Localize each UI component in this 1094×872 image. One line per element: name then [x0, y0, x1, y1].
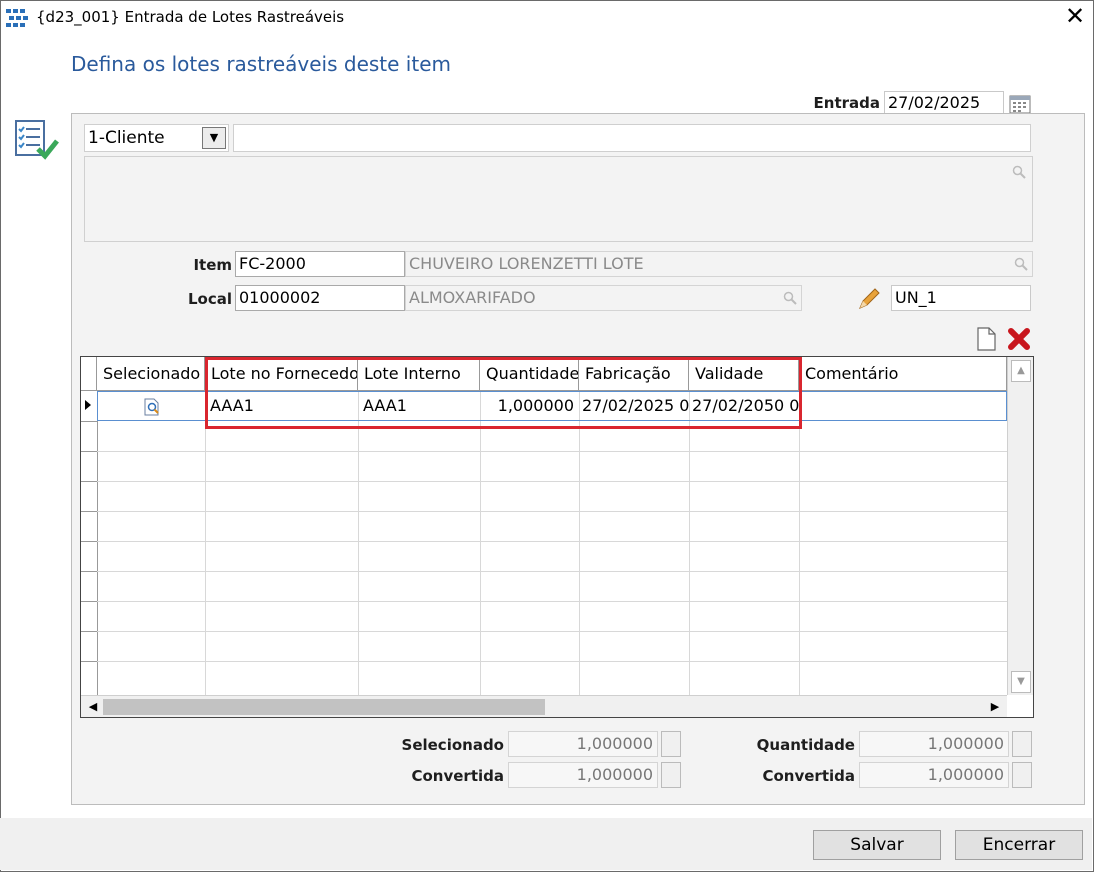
local-description-text: ALMOXARIFADO: [409, 288, 536, 307]
convertida-right-stepper: [1012, 762, 1032, 788]
entrada-date-field[interactable]: 27/02/2025: [884, 91, 1004, 115]
scroll-up-icon[interactable]: ▲: [1011, 360, 1031, 382]
cell-comentario[interactable]: [799, 391, 1007, 421]
scroll-thumb[interactable]: [103, 699, 545, 715]
row-indicator-header: [81, 357, 97, 391]
scroll-down-icon[interactable]: ▼: [1011, 671, 1031, 693]
quantidade-label: Quantidade: [756, 736, 855, 754]
tipo-text-field[interactable]: [233, 124, 1031, 152]
column-header-selecionado[interactable]: Selecionado: [97, 357, 205, 391]
search-icon[interactable]: [783, 291, 797, 305]
window-title: {d23_001} Entrada de Lotes Rastreáveis: [36, 8, 345, 26]
delete-icon[interactable]: [1006, 326, 1032, 352]
convertida-right-label: Convertida: [762, 767, 855, 785]
quantidade-field: 1,000000: [859, 731, 1009, 757]
search-icon[interactable]: [1012, 165, 1026, 179]
calendar-icon[interactable]: [1009, 94, 1031, 114]
close-button[interactable]: Encerrar: [955, 830, 1083, 860]
item-label: Item: [193, 256, 232, 274]
scroll-right-icon[interactable]: ▶: [987, 699, 1003, 715]
selecionado-stepper: [661, 731, 681, 757]
tipo-select-value: 1-Cliente: [88, 128, 165, 148]
vertical-scrollbar[interactable]: ▲ ▼: [1007, 357, 1033, 695]
selecionado-label: Selecionado: [401, 736, 504, 754]
selecionado-field: 1,000000: [508, 731, 658, 757]
item-description-text: CHUVEIRO LORENZETTI LOTE: [409, 254, 644, 273]
close-icon[interactable]: ✕: [1062, 3, 1088, 29]
app-logo-icon: [6, 9, 28, 27]
quantidade-stepper: [1012, 731, 1032, 757]
local-description-field: ALMOXARIFADO: [405, 285, 802, 311]
chevron-down-icon[interactable]: ▼: [202, 127, 226, 149]
item-code-field[interactable]: FC-2000: [235, 251, 405, 277]
current-row-indicator: [85, 400, 91, 410]
convertida-field: 1,000000: [508, 762, 658, 788]
page-title: Defina os lotes rastreáveis deste item: [71, 52, 451, 76]
convertida-right-field: 1,000000: [859, 762, 1009, 788]
local-label: Local: [187, 290, 232, 308]
highlight-box: [205, 357, 802, 429]
convertida-stepper: [661, 762, 681, 788]
column-header-comentario[interactable]: Comentário: [799, 357, 1007, 391]
cliente-info-area: [84, 156, 1033, 242]
pencil-icon[interactable]: [856, 286, 882, 312]
checklist-icon: [15, 120, 59, 160]
local-code-field[interactable]: 01000002: [235, 285, 405, 311]
item-description-field: CHUVEIRO LORENZETTI LOTE: [405, 251, 1033, 277]
convertida-label: Convertida: [411, 767, 504, 785]
scroll-left-icon[interactable]: ◀: [85, 699, 101, 715]
entrada-label: Entrada: [813, 94, 880, 112]
lotes-grid[interactable]: Selecionado Lote no Fornecedor Lote Inte…: [80, 356, 1034, 718]
unit-field[interactable]: UN_1: [891, 285, 1031, 311]
search-icon[interactable]: [1014, 257, 1028, 271]
view-lot-icon[interactable]: [143, 398, 161, 416]
save-button[interactable]: Salvar: [813, 830, 941, 860]
horizontal-scrollbar[interactable]: ◀ ▶: [81, 695, 1007, 717]
new-document-icon[interactable]: [974, 327, 998, 351]
